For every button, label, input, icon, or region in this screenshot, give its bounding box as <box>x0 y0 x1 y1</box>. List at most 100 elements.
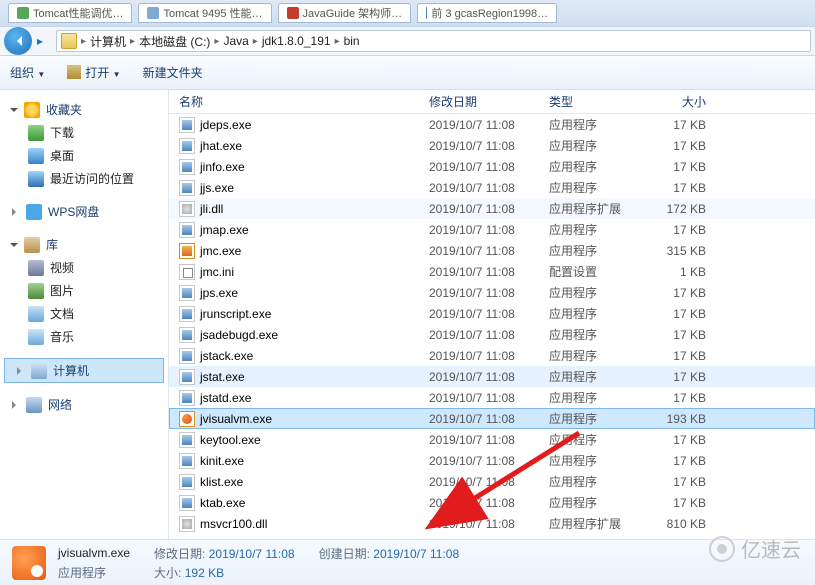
file-name: jhat.exe <box>200 139 242 153</box>
browser-tab[interactable]: Tomcat性能调优… <box>8 3 132 23</box>
file-row[interactable]: jvisualvm.exe2019/10/7 11:08应用程序193 KB <box>169 408 815 429</box>
column-header-type[interactable]: 类型 <box>549 93 654 110</box>
file-row[interactable]: jmc.exe2019/10/7 11:08应用程序315 KB <box>169 240 815 261</box>
file-icon <box>179 390 195 406</box>
sidebar-item-recent[interactable]: 最近访问的位置 <box>0 167 168 190</box>
sidebar-label: WPS网盘 <box>48 203 99 220</box>
column-header-name[interactable]: 名称 <box>179 93 429 110</box>
file-icon <box>179 159 195 175</box>
sidebar-libraries-header[interactable]: 库 <box>0 233 168 256</box>
file-row[interactable]: jsadebugd.exe2019/10/7 11:08应用程序17 KB <box>169 324 815 345</box>
sidebar-label: 网络 <box>48 396 72 413</box>
browser-tab[interactable]: JavaGuide 架构师… <box>278 3 412 23</box>
file-date: 2019/10/7 11:08 <box>429 454 549 468</box>
file-icon <box>179 348 195 364</box>
details-filename: jvisualvm.exe <box>58 546 130 560</box>
file-row[interactable]: klist.exe2019/10/7 11:08应用程序17 KB <box>169 471 815 492</box>
browser-tab[interactable]: Tomcat 9495 性能… <box>138 3 271 23</box>
favicon <box>147 7 159 19</box>
file-date: 2019/10/7 11:08 <box>429 307 549 321</box>
explorer-navbar: ▸ ▸ 计算机 ▸ 本地磁盘 (C:) ▸ Java ▸ jdk1.8.0_19… <box>0 26 815 56</box>
sidebar-label: 收藏夹 <box>46 101 82 118</box>
sidebar-label: 文档 <box>50 305 74 322</box>
file-icon <box>179 138 195 154</box>
sidebar-label: 库 <box>46 236 58 253</box>
breadcrumb[interactable]: 计算机 <box>90 33 126 50</box>
file-row[interactable]: keytool.exe2019/10/7 11:08应用程序17 KB <box>169 429 815 450</box>
file-size: 17 KB <box>654 370 724 384</box>
file-type: 应用程序扩展 <box>549 200 654 217</box>
new-folder-button[interactable]: 新建文件夹 <box>143 64 203 81</box>
file-row[interactable]: msvcr100.dll2019/10/7 11:08应用程序扩展810 KB <box>169 513 815 534</box>
sidebar-item-music[interactable]: 音乐 <box>0 325 168 348</box>
sidebar-favorites-header[interactable]: 收藏夹 <box>0 98 168 121</box>
sidebar-item-pictures[interactable]: 图片 <box>0 279 168 302</box>
breadcrumb[interactable]: Java <box>223 34 248 48</box>
sidebar-item-wps[interactable]: WPS网盘 <box>0 200 168 223</box>
file-row[interactable]: jstat.exe2019/10/7 11:08应用程序17 KB <box>169 366 815 387</box>
file-row[interactable]: jjs.exe2019/10/7 11:08应用程序17 KB <box>169 177 815 198</box>
file-type: 应用程序 <box>549 284 654 301</box>
file-type: 应用程序 <box>549 473 654 490</box>
file-name: jps.exe <box>200 286 238 300</box>
sidebar-item-videos[interactable]: 视频 <box>0 256 168 279</box>
file-row[interactable]: jmc.ini2019/10/7 11:08配置设置1 KB <box>169 261 815 282</box>
open-button[interactable]: 打开 ▼ <box>67 64 120 81</box>
sidebar-item-documents[interactable]: 文档 <box>0 302 168 325</box>
file-type: 应用程序 <box>549 116 654 133</box>
file-name: jstat.exe <box>200 370 245 384</box>
organize-button[interactable]: 组织 ▼ <box>10 64 45 81</box>
file-icon <box>179 432 195 448</box>
sidebar-item-desktop[interactable]: 桌面 <box>0 144 168 167</box>
file-list: 名称 修改日期 类型 大小 jdeps.exe2019/10/7 11:08应用… <box>169 90 815 539</box>
file-row[interactable]: jstack.exe2019/10/7 11:08应用程序17 KB <box>169 345 815 366</box>
sidebar-item-downloads[interactable]: 下载 <box>0 121 168 144</box>
file-date: 2019/10/7 11:08 <box>429 265 549 279</box>
breadcrumb[interactable]: bin <box>344 34 360 48</box>
sidebar-label: 计算机 <box>53 362 89 379</box>
file-row[interactable]: jrunscript.exe2019/10/7 11:08应用程序17 KB <box>169 303 815 324</box>
file-icon <box>179 117 195 133</box>
file-size: 17 KB <box>654 328 724 342</box>
details-modified-label: 修改日期: <box>154 547 205 561</box>
desktop-icon <box>28 148 44 164</box>
sidebar-item-network[interactable]: 网络 <box>0 393 168 416</box>
breadcrumb[interactable]: 本地磁盘 (C:) <box>139 33 210 50</box>
browser-tab[interactable]: 前 3 gcasRegion1998… <box>417 3 557 23</box>
file-row[interactable]: jstatd.exe2019/10/7 11:08应用程序17 KB <box>169 387 815 408</box>
file-row[interactable]: ktab.exe2019/10/7 11:08应用程序17 KB <box>169 492 815 513</box>
file-size: 17 KB <box>654 118 724 132</box>
file-list-body[interactable]: jdeps.exe2019/10/7 11:08应用程序17 KBjhat.ex… <box>169 114 815 539</box>
file-row[interactable]: jmap.exe2019/10/7 11:08应用程序17 KB <box>169 219 815 240</box>
expand-icon <box>12 208 20 216</box>
file-row[interactable]: jdeps.exe2019/10/7 11:08应用程序17 KB <box>169 114 815 135</box>
expand-icon <box>10 243 18 251</box>
breadcrumb[interactable]: jdk1.8.0_191 <box>262 34 331 48</box>
sidebar-label: 最近访问的位置 <box>50 170 134 187</box>
sidebar-label: 桌面 <box>50 147 74 164</box>
file-type: 应用程序 <box>549 494 654 511</box>
file-size: 810 KB <box>654 517 724 531</box>
sidebar-item-computer[interactable]: 计算机 <box>4 358 164 383</box>
file-row[interactable]: kinit.exe2019/10/7 11:08应用程序17 KB <box>169 450 815 471</box>
column-header-size[interactable]: 大小 <box>654 93 724 110</box>
file-type: 应用程序 <box>549 347 654 364</box>
picture-icon <box>28 283 44 299</box>
file-size: 17 KB <box>654 391 724 405</box>
address-bar[interactable]: ▸ 计算机 ▸ 本地磁盘 (C:) ▸ Java ▸ jdk1.8.0_191 … <box>56 30 811 52</box>
file-date: 2019/10/7 11:08 <box>429 328 549 342</box>
chevron-down-icon: ▼ <box>37 70 45 79</box>
column-header-date[interactable]: 修改日期 <box>429 93 549 110</box>
file-row[interactable]: jps.exe2019/10/7 11:08应用程序17 KB <box>169 282 815 303</box>
file-name: jstatd.exe <box>200 391 251 405</box>
file-size: 17 KB <box>654 286 724 300</box>
file-row[interactable]: jli.dll2019/10/7 11:08应用程序扩展172 KB <box>169 198 815 219</box>
file-name: klist.exe <box>200 475 243 489</box>
file-type: 应用程序 <box>549 452 654 469</box>
file-type: 应用程序 <box>549 137 654 154</box>
file-row[interactable]: jhat.exe2019/10/7 11:08应用程序17 KB <box>169 135 815 156</box>
forward-button[interactable]: ▸ <box>32 31 48 51</box>
file-date: 2019/10/7 11:08 <box>429 475 549 489</box>
back-button[interactable] <box>4 27 32 55</box>
file-row[interactable]: jinfo.exe2019/10/7 11:08应用程序17 KB <box>169 156 815 177</box>
